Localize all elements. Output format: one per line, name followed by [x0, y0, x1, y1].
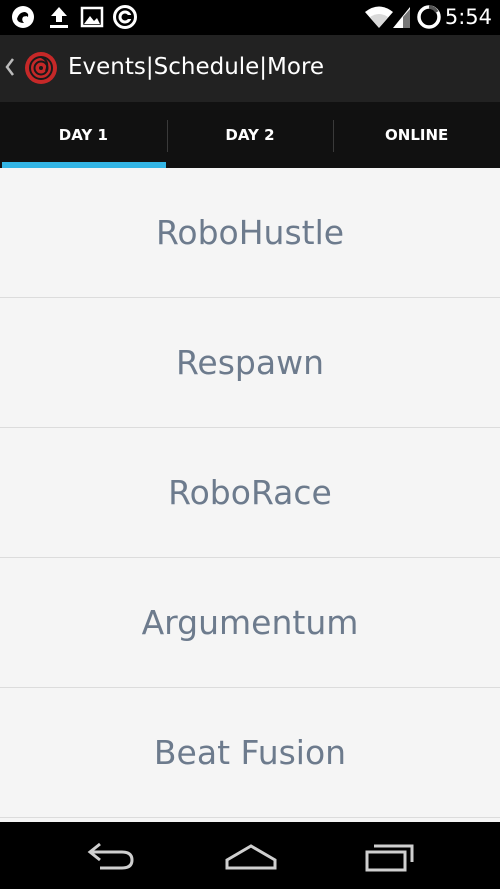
app-screen: 5:54 Events|Schedule|More DAY 1 DAY 2 ON… [0, 0, 500, 889]
tab-label: ONLINE [385, 126, 449, 144]
event-name: Respawn [175, 343, 325, 382]
app-logo-icon[interactable] [24, 51, 58, 89]
tab-label: DAY 1 [58, 126, 108, 144]
back-icon[interactable] [86, 838, 136, 878]
event-item-beat-fusion[interactable]: Beat Fusion [0, 688, 500, 818]
tab-divider [166, 120, 168, 152]
recents-icon[interactable] [364, 838, 416, 878]
upload-icon [46, 4, 72, 34]
event-name: RoboHustle [155, 213, 345, 252]
signal-icon [392, 4, 412, 34]
event-name: Beat Fusion [153, 733, 347, 772]
wifi-icon [364, 4, 394, 34]
event-name: Argumentum [141, 603, 359, 642]
tab-day-2[interactable]: DAY 2 [166, 102, 334, 168]
battery-charging-icon [416, 4, 442, 34]
action-bar: Events|Schedule|More [0, 35, 500, 102]
sync-circle-icon [112, 4, 138, 34]
event-item-argumentum[interactable]: Argumentum [0, 558, 500, 688]
event-item-robohustle[interactable]: RoboHustle [0, 168, 500, 298]
action-bar-title: Events|Schedule|More [68, 54, 325, 80]
tab-online[interactable]: ONLINE [333, 102, 500, 168]
event-item-respawn[interactable]: Respawn [0, 298, 500, 428]
tab-divider [333, 120, 335, 152]
navigation-bar [0, 822, 500, 889]
event-list: RoboHustle Respawn RoboRace Argumentum B… [0, 168, 500, 818]
event-name: RoboRace [168, 473, 332, 512]
status-time: 5:54 [444, 5, 492, 29]
event-item-roborace[interactable]: RoboRace [0, 428, 500, 558]
tab-bar: DAY 1 DAY 2 ONLINE [0, 102, 500, 168]
image-icon [80, 4, 104, 34]
home-icon[interactable] [224, 838, 278, 878]
dragon-notification-icon [10, 4, 36, 34]
tab-label: DAY 2 [225, 126, 275, 144]
status-bar: 5:54 [0, 0, 500, 35]
tab-day-1[interactable]: DAY 1 [0, 102, 167, 168]
back-caret-icon[interactable] [4, 57, 16, 81]
